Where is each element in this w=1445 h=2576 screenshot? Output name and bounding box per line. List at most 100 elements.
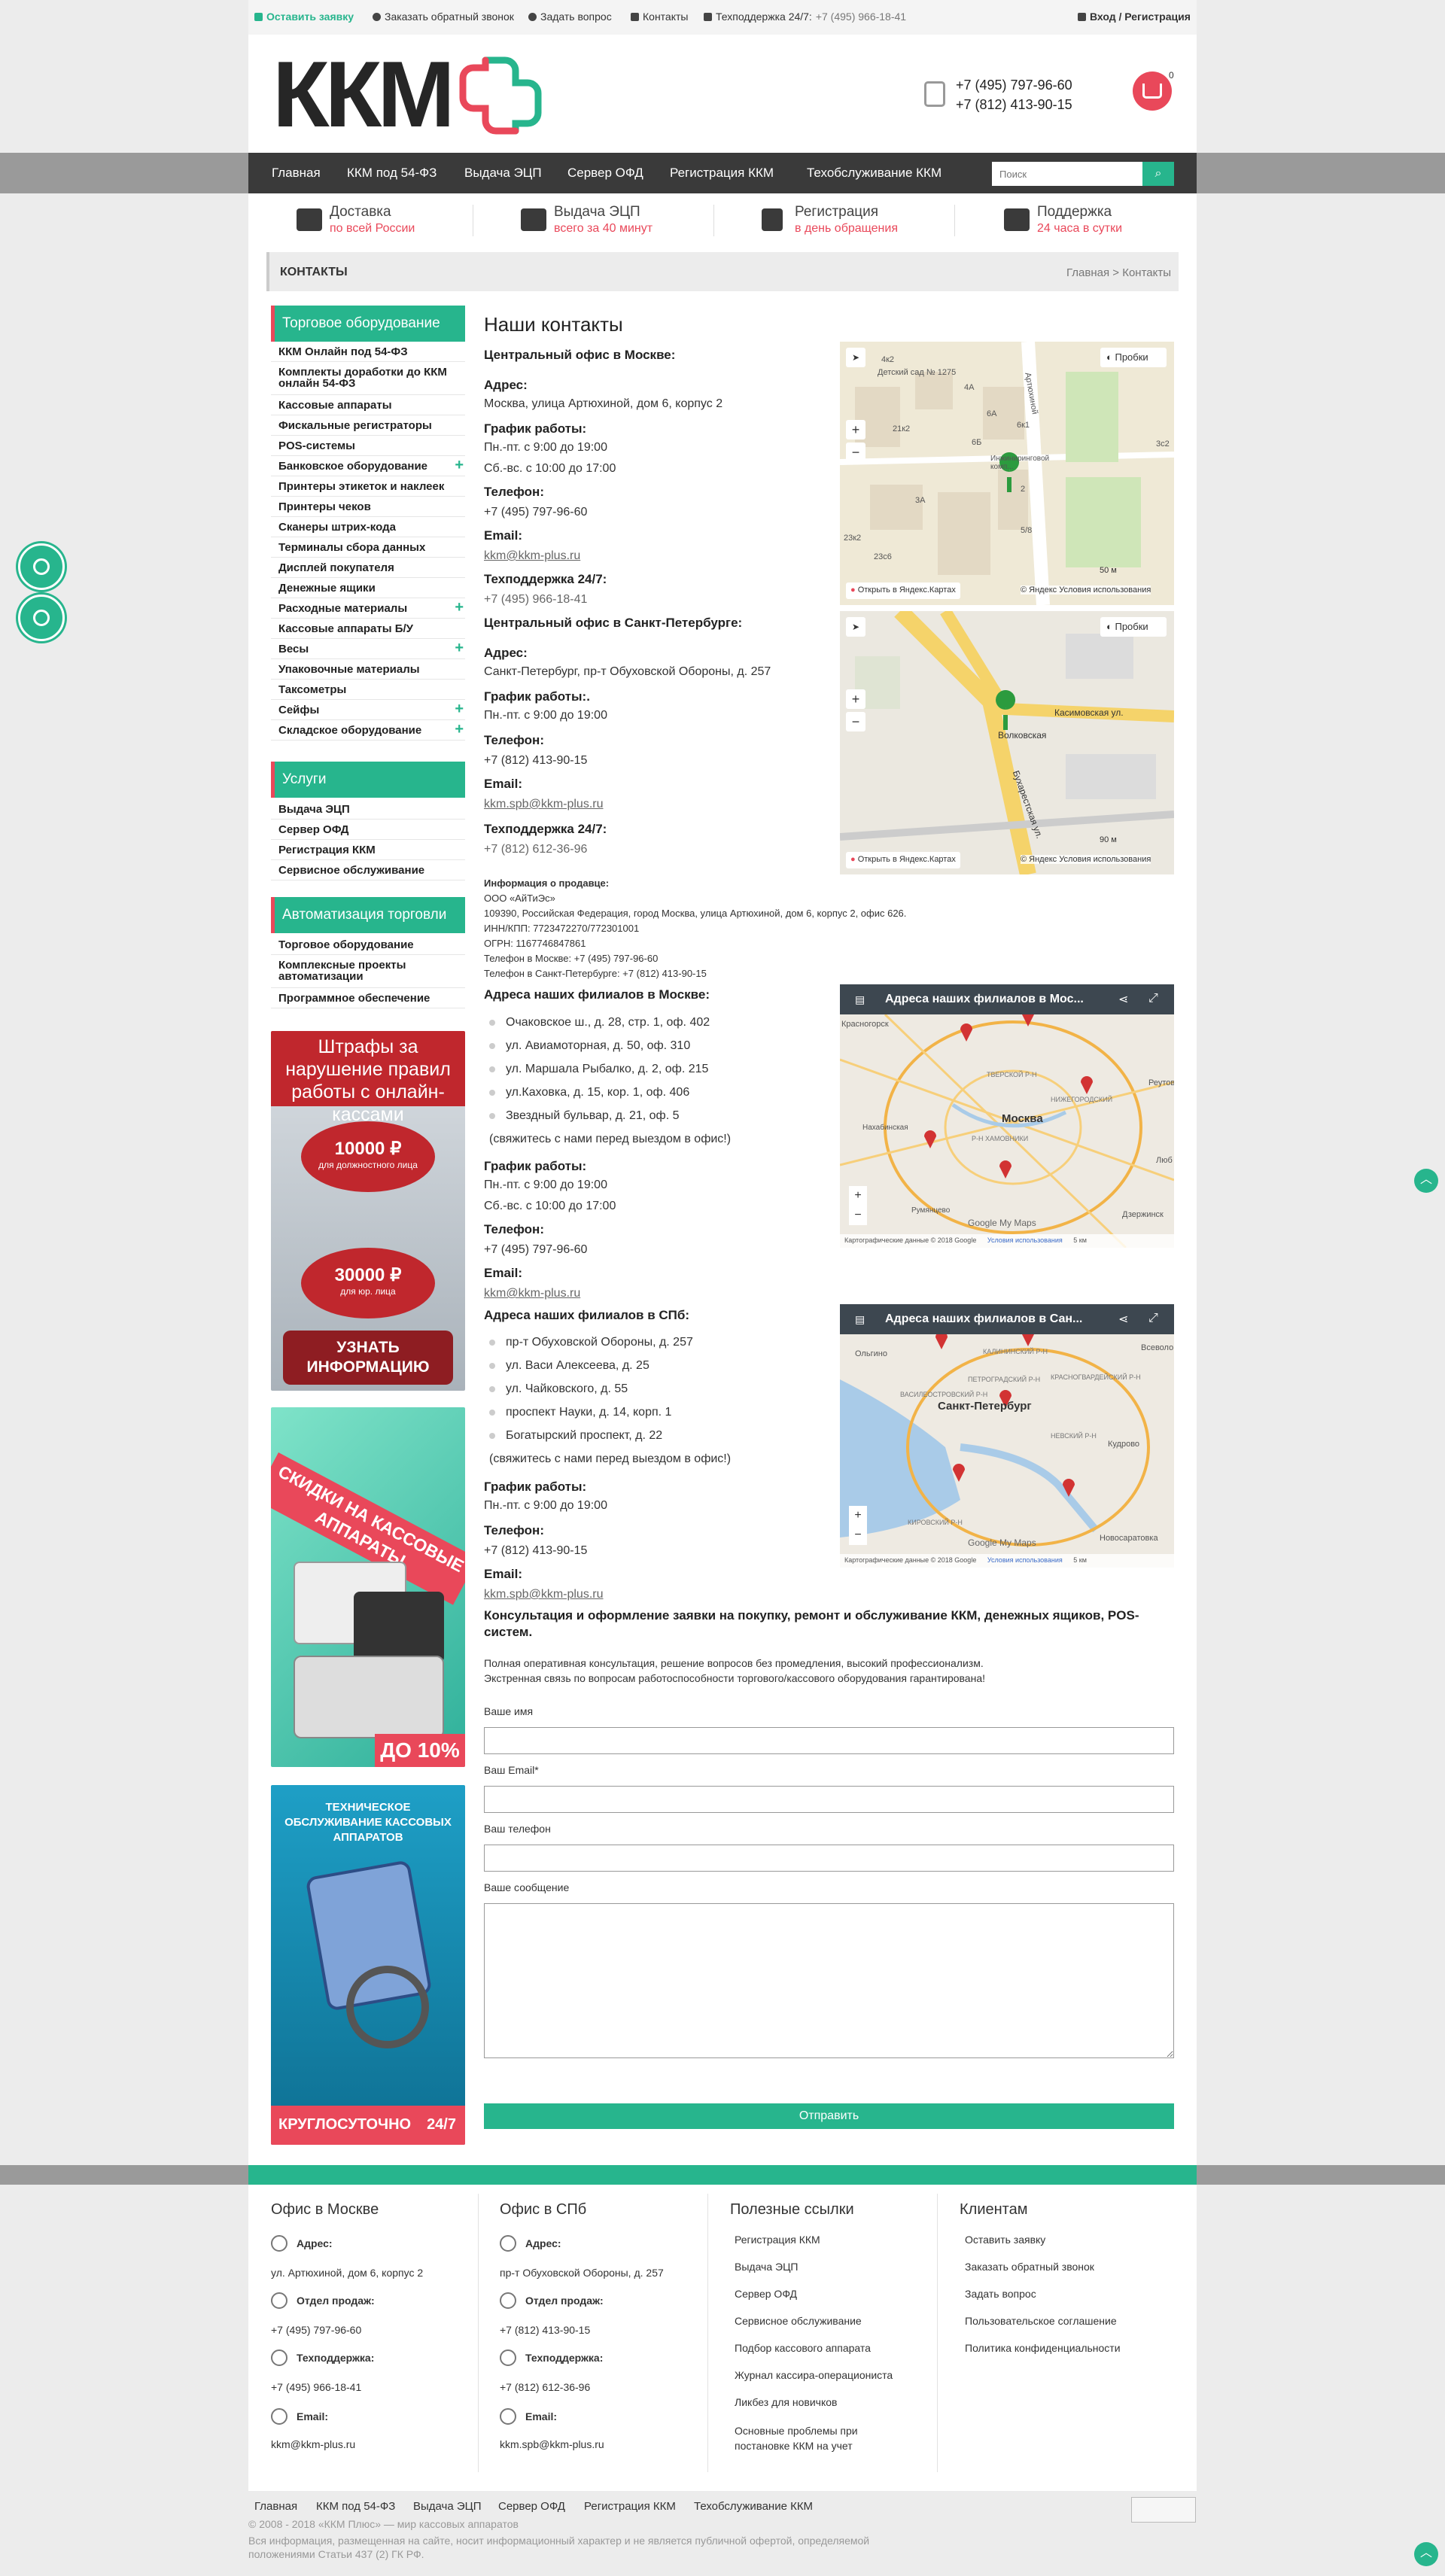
traffic-button[interactable]: ◐ Пробки (1100, 348, 1167, 367)
sidebar-item[interactable]: Сервер ОФД (271, 820, 465, 840)
sidebar-item-consumables[interactable]: Расходные материалы + (271, 598, 465, 619)
sidebar-item[interactable]: Программное обеспечение (271, 988, 465, 1008)
sidebar-item[interactable]: Упаковочные материалы (271, 659, 465, 680)
service-banner[interactable]: ТЕХНИЧЕСКОЕ ОБСЛУЖИВАНИЕ КАССОВЫХ АППАРА… (271, 1785, 465, 2145)
sidebar-item-bank[interactable]: Банковское оборудование + (271, 456, 465, 476)
submit-button[interactable]: Отправить (484, 2103, 1174, 2129)
spb-support-phone[interactable]: +7 (812) 612-36-96 (484, 843, 587, 856)
nav-home[interactable]: Главная (272, 166, 321, 181)
msk-support-phone[interactable]: +7 (495) 966-18-41 (484, 593, 587, 607)
footer-link[interactable]: Журнал кассира-операциониста (735, 2369, 893, 2381)
footer-link[interactable]: Регистрация ККМ (735, 2234, 820, 2246)
footer-client-link[interactable]: Политика конфиденциальности (965, 2342, 1121, 2354)
header-phone-spb[interactable]: +7 (812) 413-90-15 (956, 95, 1072, 114)
callback-link[interactable]: Заказать обратный звонок (373, 11, 514, 23)
contacts-link[interactable]: Контакты (631, 11, 688, 23)
request-link[interactable]: Оставить заявку (254, 11, 354, 23)
sidebar-item[interactable]: Дисплей покупателя (271, 558, 465, 578)
footer-spb-support[interactable]: +7 (812) 612-36-96 (500, 2381, 590, 2393)
expand-plus-icon[interactable]: + (455, 701, 464, 716)
counter-widget[interactable] (1131, 2497, 1196, 2523)
sidebar-item[interactable]: Кассовые аппараты (271, 395, 465, 415)
zoom-out-button[interactable]: − (846, 443, 865, 462)
bottom-nav-link[interactable]: ККМ под 54-ФЗ (316, 2500, 395, 2513)
name-input[interactable] (484, 1727, 1174, 1754)
footer-link[interactable]: Сервер ОФД (735, 2288, 797, 2300)
yandex-terms[interactable]: © Яндекс Условия использования (1021, 585, 1151, 595)
bottom-nav-link[interactable]: Регистрация ККМ (584, 2500, 676, 2513)
zoom-in-button[interactable]: + (846, 420, 865, 439)
call-float-button[interactable] (18, 595, 65, 641)
learn-more-button[interactable]: УЗНАТЬ ИНФОРМАЦИЮ (283, 1331, 453, 1385)
footer-msk-support[interactable]: +7 (495) 966-18-41 (271, 2381, 361, 2393)
sidebar-item[interactable]: POS-системы (271, 436, 465, 456)
yandex-map-moscow[interactable]: Детский сад № 1275 4к2 4А 6А 6к1 21к2 6Б… (840, 342, 1174, 605)
footer-spb-sales[interactable]: +7 (812) 413-90-15 (500, 2324, 590, 2336)
zoom-in-button[interactable]: + (846, 689, 865, 709)
login-link[interactable]: Вход / Регистрация (1078, 11, 1191, 23)
bottom-nav-link[interactable]: Сервер ОФД (498, 2500, 565, 2513)
sidebar-item[interactable]: Кассовые аппараты Б/У (271, 619, 465, 639)
footer-link[interactable]: Ликбез для новичков (735, 2396, 837, 2408)
sidebar-item[interactable]: Сканеры штрих-кода (271, 517, 465, 537)
footer-msk-email[interactable]: kkm@kkm-plus.ru (271, 2438, 355, 2450)
yandex-terms[interactable]: © Яндекс Условия использования (1021, 855, 1151, 864)
msk-phone[interactable]: +7 (495) 797-96-60 (484, 506, 587, 519)
sidebar-item[interactable]: Комплексные проекты автоматизации (271, 955, 465, 988)
zoom-controls[interactable]: + − (849, 1186, 867, 1225)
footer-client-link[interactable]: Заказать обратный звонок (965, 2261, 1094, 2273)
zoom-controls[interactable]: + − (849, 1506, 867, 1545)
spb-email-link[interactable]: kkm.spb@kkm-plus.ru (484, 798, 604, 811)
sidebar-item[interactable]: Торговое оборудование (271, 935, 465, 955)
fullscreen-icon[interactable]: ⤢ (1148, 1312, 1158, 1325)
zoom-in-button[interactable]: + (849, 1506, 867, 1525)
expand-plus-icon[interactable]: + (455, 640, 464, 655)
footer-client-link[interactable]: Задать вопрос (965, 2288, 1036, 2300)
nav-registration[interactable]: Регистрация ККМ (670, 166, 774, 181)
spb-phone[interactable]: +7 (812) 413-90-15 (484, 754, 587, 768)
nav-ofd[interactable]: Сервер ОФД (567, 166, 643, 181)
footer-link[interactable]: Подбор кассового аппарата (735, 2342, 871, 2354)
msk-email-link[interactable]: kkm@kkm-plus.ru (484, 549, 580, 563)
scroll-up-button[interactable]: ︿ (1414, 1169, 1438, 1193)
sidebar-section-equipment[interactable]: Торговое оборудование (271, 306, 465, 342)
header-phone-msk[interactable]: +7 (495) 797-96-60 (956, 75, 1072, 95)
sidebar-item[interactable]: Сервисное обслуживание (271, 860, 465, 880)
search-button[interactable]: ⌕ (1142, 162, 1174, 186)
phone-input[interactable] (484, 1845, 1174, 1872)
email-input[interactable] (484, 1786, 1174, 1813)
footer-link[interactable]: Сервисное обслуживание (735, 2315, 862, 2327)
discount-banner[interactable]: СКИДКИ НА КАССОВЫЕ АППАРАТЫ ДО 10% (271, 1407, 465, 1767)
message-textarea[interactable] (484, 1903, 1174, 2058)
share-icon[interactable]: ⋖ (1118, 1312, 1128, 1327)
sidebar-section-automation[interactable]: Автоматизация торговли (271, 897, 465, 933)
bottom-nav-link[interactable]: Техобслуживание ККМ (694, 2500, 813, 2513)
expand-plus-icon[interactable]: + (455, 458, 464, 473)
cart-button[interactable]: 0 (1133, 70, 1174, 111)
footer-msk-sales[interactable]: +7 (495) 797-96-60 (271, 2324, 361, 2336)
zoom-out-button[interactable]: − (849, 1206, 867, 1225)
expand-plus-icon[interactable]: + (455, 600, 464, 615)
site-logo[interactable]: ККМ (272, 48, 543, 141)
nav-ecp[interactable]: Выдача ЭЦП (464, 166, 542, 181)
sidebar-section-services[interactable]: Услуги (271, 762, 465, 798)
zoom-out-button[interactable]: − (846, 712, 865, 731)
google-map-spb-branches[interactable]: Адреса наших филиалов в Сан... ▤ ⋖ ⤢ Сан… (840, 1304, 1174, 1568)
traffic-button[interactable]: ◐ Пробки (1100, 617, 1167, 637)
map-legend-icon[interactable]: ▤ (855, 993, 865, 1006)
footer-link[interactable]: Выдача ЭЦП (735, 2261, 799, 2273)
sidebar-item[interactable]: Принтеры этикеток и наклеек (271, 476, 465, 497)
footer-link[interactable]: Основные проблемы при постановке ККМ на … (735, 2423, 893, 2453)
fullscreen-icon[interactable]: ⤢ (1148, 992, 1158, 1005)
chat-float-button[interactable] (18, 543, 65, 590)
footer-client-link[interactable]: Пользовательское соглашение (965, 2315, 1117, 2327)
locate-button[interactable]: ➤ (846, 348, 865, 367)
sidebar-item[interactable]: Регистрация ККМ (271, 840, 465, 860)
breadcrumb-path[interactable]: Главная > Контакты (1066, 266, 1171, 279)
google-map-moscow-branches[interactable]: Адреса наших филиалов в Мос... ▤ ⋖ ⤢ Мос… (840, 984, 1174, 1248)
open-yandex-link[interactable]: ● Открыть в Яндекс.Картах (846, 582, 960, 599)
spb-email-link[interactable]: kkm.spb@kkm-plus.ru (484, 1588, 604, 1601)
footer-client-link[interactable]: Оставить заявку (965, 2234, 1045, 2246)
fines-banner[interactable]: Штрафы за нарушение правил работы с онла… (271, 1031, 465, 1391)
open-yandex-link[interactable]: ● Открыть в Яндекс.Картах (846, 852, 960, 868)
